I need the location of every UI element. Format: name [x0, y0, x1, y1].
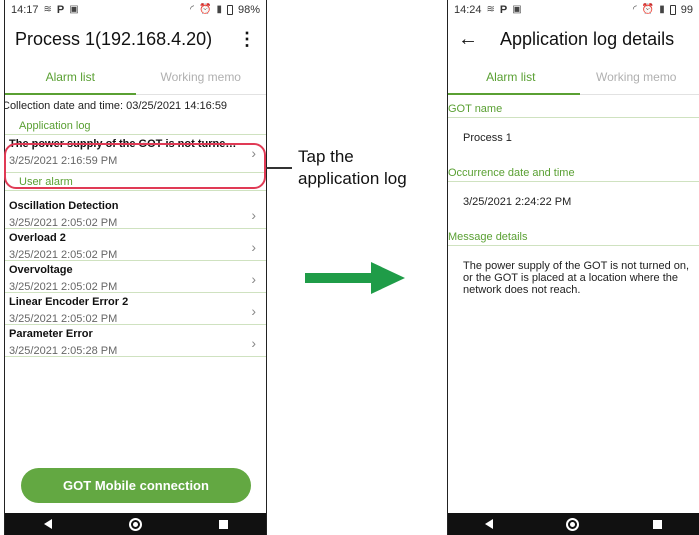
page-title: Process 1(192.168.4.20): [15, 28, 213, 49]
list-item-time: 3/25/2021 2:05:02 PM: [9, 217, 118, 229]
page-title: Application log details: [500, 28, 675, 49]
list-item[interactable]: Oscillation Detection 3/25/2021 2:05:02 …: [5, 197, 266, 229]
app-bar: Process 1(192.168.4.20) ⋮: [5, 19, 266, 59]
nav-recent-icon[interactable]: [218, 519, 228, 529]
callout-line-1: Tap the: [298, 147, 354, 166]
alarm-clock-icon: ⏰: [641, 4, 655, 15]
battery-level: 99: [680, 3, 693, 16]
list-item[interactable]: Parameter Error 3/25/2021 2:05:28 PM ›: [5, 325, 266, 357]
status-time: 14:24: [454, 3, 482, 16]
vibrate-icon: ▮: [216, 4, 222, 15]
tab-bar: Alarm list Working memo: [5, 59, 266, 95]
nav-back-icon[interactable]: [484, 519, 493, 529]
battery-level: 98%: [237, 3, 260, 16]
message-details-label: Message details: [448, 231, 699, 246]
alarm-clock-icon: ⏰: [199, 4, 212, 15]
tab-bar: Alarm list Working memo: [448, 59, 699, 95]
tab-indicator: [5, 93, 136, 95]
got-name-value: Process 1: [463, 132, 512, 144]
chevron-right-icon: ›: [251, 303, 256, 319]
status-bar: 14:24 ≋ P ▣ ◜ ⏰ ▮ 99: [448, 0, 699, 19]
list-item-title: Overload 2: [9, 232, 66, 244]
nav-home-icon[interactable]: [566, 517, 580, 531]
wifi-icon: ◜: [190, 4, 194, 15]
application-log-highlight: [4, 143, 266, 189]
list-item-time: 3/25/2021 2:05:02 PM: [9, 281, 118, 293]
list-item-title: Linear Encoder Error 2: [9, 296, 129, 308]
application-log-details-screen: 14:24 ≋ P ▣ ◜ ⏰ ▮ 99 ← Application log d…: [447, 0, 699, 535]
application-log-header: Application log: [5, 120, 266, 135]
system-nav-bar: [448, 513, 699, 535]
chevron-right-icon: ›: [251, 207, 256, 223]
list-item[interactable]: Linear Encoder Error 2 3/25/2021 2:05:02…: [5, 293, 266, 325]
list-item-time: 3/25/2021 2:05:02 PM: [9, 313, 118, 325]
chevron-right-icon: ›: [251, 239, 256, 255]
tab-alarm-list[interactable]: Alarm list: [448, 59, 574, 94]
tab-working-memo[interactable]: Working memo: [574, 59, 699, 94]
callout-text: Tap the application log: [298, 146, 407, 190]
status-bar: 14:17 ≋ P ▣ ◜ ⏰ ▮ 98%: [5, 0, 266, 19]
app-bar: ← Application log details: [448, 19, 699, 59]
notification-icon: ≋: [486, 4, 495, 15]
more-options-icon[interactable]: ⋮: [238, 30, 256, 48]
occurrence-value: 3/25/2021 2:24:22 PM: [463, 196, 572, 208]
parking-icon: P: [499, 3, 508, 16]
notification-icon: ≋: [43, 4, 52, 15]
status-time: 14:17: [11, 3, 39, 16]
storage-icon: ▣: [69, 4, 79, 15]
tab-alarm-list[interactable]: Alarm list: [5, 59, 136, 94]
back-arrow-icon[interactable]: ←: [458, 28, 478, 51]
list-item-time: 3/25/2021 2:05:28 PM: [9, 345, 118, 357]
list-item[interactable]: Overload 2 3/25/2021 2:05:02 PM ›: [5, 229, 266, 261]
parking-icon: P: [56, 3, 65, 16]
chevron-right-icon: ›: [251, 335, 256, 351]
nav-home-icon[interactable]: [128, 517, 142, 531]
got-mobile-connection-button[interactable]: GOT Mobile connection: [21, 468, 251, 503]
list-item-title: Oscillation Detection: [9, 200, 119, 212]
nav-recent-icon[interactable]: [653, 519, 663, 529]
occurrence-label: Occurrence date and time: [448, 167, 699, 182]
arrow-right-icon: [305, 262, 405, 294]
collection-time: Collection date and time: 03/25/2021 14:…: [4, 100, 228, 112]
system-nav-bar: [5, 513, 266, 535]
battery-icon: [226, 4, 233, 15]
battery-icon: [669, 4, 676, 15]
nav-back-icon[interactable]: [43, 519, 52, 529]
wifi-icon: ◜: [632, 4, 637, 15]
storage-icon: ▣: [512, 4, 522, 15]
got-name-label: GOT name: [448, 103, 699, 118]
list-item[interactable]: Overvoltage 3/25/2021 2:05:02 PM ›: [5, 261, 266, 293]
chevron-right-icon: ›: [251, 271, 256, 287]
tab-indicator: [448, 93, 580, 95]
callout-line-2: application log: [298, 169, 407, 188]
vibrate-icon: ▮: [659, 4, 665, 15]
tab-working-memo[interactable]: Working memo: [136, 59, 267, 94]
callout-line: [266, 167, 292, 169]
list-item-title: Overvoltage: [9, 264, 73, 276]
message-details-value: The power supply of the GOT is not turne…: [463, 260, 690, 296]
alarm-list-screen: 14:17 ≋ P ▣ ◜ ⏰ ▮ 98% Process 1(192.168.…: [4, 0, 267, 535]
list-item-title: Parameter Error: [9, 328, 93, 340]
list-item-time: 3/25/2021 2:05:02 PM: [9, 249, 118, 261]
